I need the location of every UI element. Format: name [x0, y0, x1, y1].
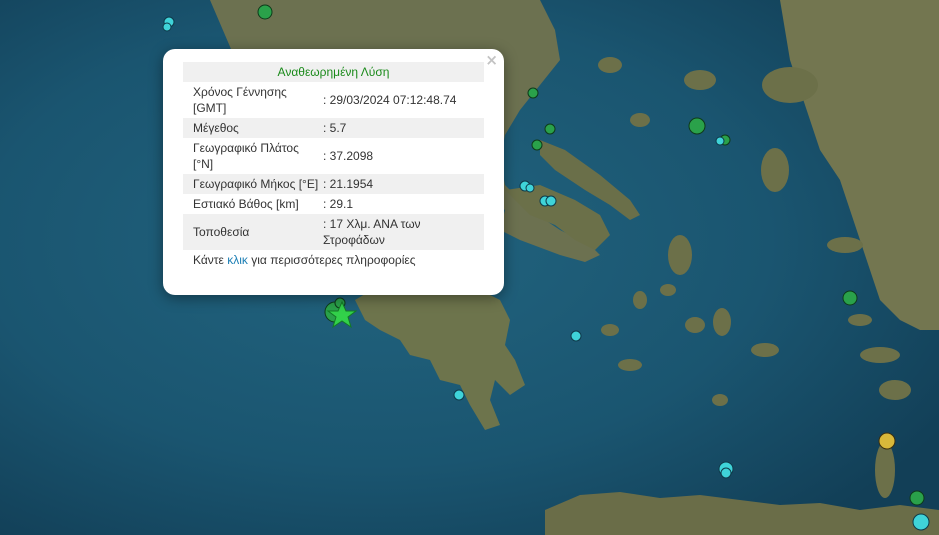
- table-row: Γεωγραφικό Μήκος [°E] : 21.1954: [183, 174, 484, 194]
- event-marker-green[interactable]: [527, 87, 539, 99]
- more-suffix: για περισσότερες πληροφορίες: [251, 253, 416, 267]
- row-value: : 29.1: [323, 197, 354, 211]
- event-marker-cyan[interactable]: [162, 22, 172, 32]
- event-marker-cyan[interactable]: [570, 330, 582, 342]
- row-value: : 21.1954: [319, 174, 484, 194]
- popup-header: Αναθεωρημένη Λύση: [183, 62, 484, 82]
- event-marker-cyan[interactable]: [720, 467, 732, 479]
- table-row: Χρόνος Γέννησης [GMT] : 29/03/2024 07:12…: [183, 82, 484, 118]
- event-marker-green[interactable]: [842, 290, 858, 306]
- event-marker-cyan[interactable]: [545, 195, 557, 207]
- popup-content: Αναθεωρημένη Λύση Χρόνος Γέννησης [GMT] …: [183, 62, 484, 267]
- event-marker-cyan[interactable]: [912, 513, 930, 531]
- more-prefix: Κάντε: [193, 253, 224, 267]
- event-marker-green[interactable]: [688, 117, 706, 135]
- row-value: : 29/03/2024 07:12:48.74: [323, 93, 457, 107]
- row-label: Εστιακό Βάθος [km]: [193, 197, 299, 211]
- event-marker-green[interactable]: [531, 139, 543, 151]
- close-icon[interactable]: ×: [485, 51, 498, 69]
- event-marker-cyan[interactable]: [453, 389, 465, 401]
- event-marker-green[interactable]: [909, 490, 925, 506]
- event-marker-yellow[interactable]: [878, 432, 896, 450]
- row-label: Μέγεθος: [183, 118, 319, 138]
- row-label: Γεωγραφικό Μήκος [°E]: [183, 174, 319, 194]
- row-value: : 5.7: [319, 118, 484, 138]
- event-marker-cyan[interactable]: [715, 136, 725, 146]
- row-value: : 17 Χλμ. ΑΝΑ των Στροφάδων: [319, 214, 484, 250]
- event-marker-cyan[interactable]: [525, 183, 535, 193]
- table-row: Αναθεωρημένη Λύση: [183, 62, 484, 82]
- row-value: : 37.2098: [323, 149, 374, 163]
- row-label: Γεωγραφικό Πλάτος [°N]: [193, 141, 299, 171]
- event-popup: × Αναθεωρημένη Λύση Χρόνος Γέννησης [GMT…: [163, 49, 504, 295]
- table-row: Τοποθεσία : 17 Χλμ. ΑΝΑ των Στροφάδων: [183, 214, 484, 250]
- event-marker-green[interactable]: [544, 123, 556, 135]
- more-info-line: Κάντε κλικ για περισσότερες πληροφορίες: [183, 253, 484, 267]
- table-row: Μέγεθος : 5.7: [183, 118, 484, 138]
- more-info-link[interactable]: κλικ: [227, 253, 248, 267]
- row-label: Χρόνος Γέννησης [GMT]: [193, 85, 287, 115]
- row-label: Τοποθεσία: [183, 214, 319, 250]
- table-row: Εστιακό Βάθος [km] : 29.1: [183, 194, 484, 214]
- event-marker-green[interactable]: [257, 4, 273, 20]
- event-info-table: Αναθεωρημένη Λύση Χρόνος Γέννησης [GMT] …: [183, 62, 484, 250]
- table-row: Γεωγραφικό Πλάτος [°N] : 37.2098: [183, 138, 484, 174]
